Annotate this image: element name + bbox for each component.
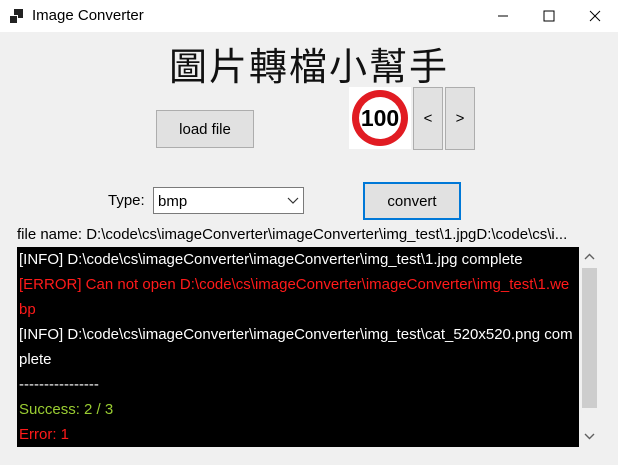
log-line: [ERROR] Can not open D:\code\cs\imageCon… (19, 276, 570, 318)
log-line: Error: 1 (19, 426, 70, 443)
log-scrollbar[interactable] (579, 247, 600, 447)
title-bar: Image Converter (0, 0, 618, 32)
type-label: Type: (108, 192, 145, 209)
log-output[interactable]: [INFO] D:\code\cs\imageConverter\imageCo… (17, 247, 579, 447)
load-file-button[interactable]: load file (156, 110, 254, 148)
window-title: Image Converter (32, 7, 144, 24)
maximize-icon (543, 10, 555, 22)
image-preview: 100 (349, 87, 411, 149)
minimize-button[interactable] (480, 0, 526, 32)
scroll-thumb[interactable] (582, 268, 597, 408)
app-window-icon (9, 9, 23, 24)
sign-text: 100 (361, 105, 399, 131)
scroll-down-icon[interactable] (584, 432, 595, 440)
log-line: [INFO] D:\code\cs\imageConverter\imageCo… (19, 251, 523, 268)
minimize-icon (498, 15, 508, 17)
close-icon (589, 10, 601, 22)
log-line: Success: 2 / 3 (19, 401, 114, 418)
type-select[interactable]: bmp (153, 187, 304, 214)
type-select-value: bmp (158, 193, 188, 210)
speed-limit-sign-image: 100 (352, 90, 408, 146)
next-image-button[interactable]: > (445, 87, 475, 150)
log-line: ---------------- (19, 376, 99, 393)
log-line: [INFO] D:\code\cs\imageConverter\imageCo… (19, 326, 573, 368)
chevron-down-icon (287, 197, 299, 204)
convert-button[interactable]: convert (363, 182, 461, 220)
app-heading: 圖片轉檔小幫手 (168, 45, 449, 89)
close-button[interactable] (572, 0, 618, 32)
maximize-button[interactable] (526, 0, 572, 32)
file-name-label: file name: D:\code\cs\imageConverter\ima… (17, 226, 568, 243)
scroll-up-icon[interactable] (584, 253, 595, 261)
previous-image-button[interactable]: < (413, 87, 443, 150)
